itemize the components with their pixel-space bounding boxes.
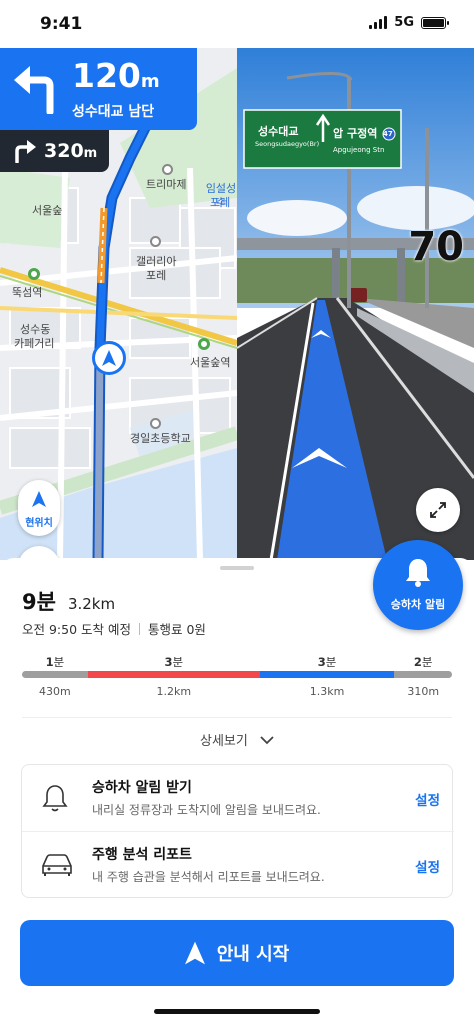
map-label-galleria: 갤러리아 [136, 255, 177, 268]
option-description: 내 주행 습관을 분석해서 리포트를 보내드려요. [92, 870, 325, 884]
map-label-galleria-pore: 포레 [146, 269, 167, 282]
map-label-seongsu-cafe2: 카페거리 [14, 337, 55, 350]
turn-place-name: 성수대교 남단 [72, 104, 155, 120]
segment-distance: 310m [407, 685, 440, 698]
traffic-segment [394, 671, 452, 678]
sign-left-korean: 성수대교 [258, 125, 299, 138]
start-navigation-label: 안내 시작 [216, 944, 290, 965]
route-summary-sheet[interactable]: 9분 3.2km 오전 9:50 도착 예정 통행료 0원 1분 430m 3분 1.… [0, 558, 474, 1024]
toll-fee: 통행료 0원 [148, 622, 206, 637]
boarding-alert-label: 승하차 알림 [390, 598, 446, 611]
sign-right-korean: 압 구정역 [333, 127, 378, 140]
segment-time: 2분 [413, 655, 433, 669]
arrival-info: 오전 9:50 도착 예정 통행료 0원 [22, 619, 206, 638]
traffic-segment [87, 671, 260, 678]
car-icon [42, 854, 72, 876]
segment-time: 3분 [164, 655, 184, 669]
current-location-button[interactable]: 현위치 [18, 480, 60, 536]
poi-icon [162, 164, 173, 175]
boarding-alert-button[interactable]: 승하차 알림 [373, 540, 463, 630]
map-label-ttukseom: 뚝섬역 [12, 286, 43, 299]
segment-distance: 1.3km [309, 685, 345, 698]
poi-icon [150, 418, 161, 429]
home-indicator [154, 1009, 320, 1014]
bell-icon [42, 785, 68, 812]
option-description: 내리실 정류장과 도착지에 알림을 보내드려요. [92, 803, 321, 817]
next-turn-banner: 320m [0, 130, 109, 172]
bell-icon [406, 559, 430, 587]
sign-number: 47 [383, 130, 393, 138]
navigation-arrow-icon [102, 350, 116, 366]
option-settings-button[interactable]: 설정 [415, 789, 440, 809]
eta-distance: 3.2km [67, 595, 116, 613]
sheet-drag-handle[interactable] [220, 566, 254, 570]
next-turn-distance: 320m [44, 140, 98, 162]
option-row-report: 주행 분석 리포트 내 주행 습관을 분석해서 리포트를 보내드려요. 설정 [22, 832, 454, 898]
turn-distance: 120m [72, 56, 160, 95]
eta-summary: 9분 3.2km [22, 586, 115, 616]
segment-distance: 1.2km [156, 685, 192, 698]
traffic-segment [22, 671, 88, 678]
detail-view-label: 상세보기 [200, 734, 248, 749]
detail-view-toggle[interactable]: 상세보기 [0, 730, 474, 749]
expand-camera-button[interactable] [416, 488, 460, 532]
sign-right-english: Apgujeong Stn [333, 146, 385, 154]
start-navigation-button[interactable]: 안내 시작 [20, 920, 454, 986]
turn-right-arrow-icon [15, 140, 36, 163]
options-card: 승하차 알림 받기 내리실 정류장과 도착지에 알림을 보내드려요. 설정 주행… [21, 764, 454, 898]
map-label-seoulforest-station: 서울숲역 [190, 356, 231, 369]
chevron-down-icon [260, 736, 274, 745]
sign-left-english: Seongsudaegyo(Br) [255, 140, 320, 148]
traffic-segment [259, 671, 395, 678]
route-segments: 1분 430m 3분 1.2km 3분 1.3km 2분 310m [22, 654, 452, 702]
status-bar: 9:41 5G [0, 0, 474, 48]
option-settings-button[interactable]: 설정 [415, 856, 440, 876]
battery-icon [421, 16, 449, 29]
turn-instruction-banner: 120m 성수대교 남단 [0, 48, 197, 130]
map-label-gyeongil: 경일초등학교 [130, 432, 191, 445]
network-label: 5G [394, 15, 414, 30]
navigation-arrow-icon [32, 491, 46, 507]
map-label-seoul-forest: 서울숲 [32, 204, 63, 217]
map-label-pore: 포레 [210, 196, 231, 209]
expand-icon [430, 502, 446, 518]
traffic-bar [22, 671, 452, 678]
current-location-marker [92, 341, 126, 375]
option-title: 승하차 알림 받기 [92, 780, 192, 796]
poi-icon [150, 236, 161, 247]
current-location-label: 현위치 [25, 518, 53, 529]
map-label-seongsu-cafe: 성수동 [20, 323, 51, 336]
option-title: 주행 분석 리포트 [92, 847, 192, 863]
eta-duration: 9분 [22, 590, 56, 614]
segment-time: 3분 [317, 655, 337, 669]
status-time: 9:41 [40, 14, 83, 34]
camera-view: 성수대교 Seongsudaegyo(Br) 압 구정역 47 Apgujeon… [237, 48, 474, 560]
signal-icon [369, 16, 388, 29]
segment-distance: 430m [39, 685, 71, 698]
navigation-arrow-icon [184, 941, 205, 965]
subway-station-icon [28, 268, 40, 280]
speed-display: 70 [408, 224, 464, 270]
arrival-time: 오전 9:50 도착 예정 [22, 622, 131, 637]
option-row-alert: 승하차 알림 받기 내리실 정류장과 도착지에 알림을 보내드려요. 설정 [22, 765, 454, 831]
subway-station-icon [198, 338, 210, 350]
turn-left-arrow-icon [14, 66, 54, 114]
segment-time: 1분 [45, 655, 65, 669]
map-label-tremage: 트리마제 [146, 178, 187, 191]
